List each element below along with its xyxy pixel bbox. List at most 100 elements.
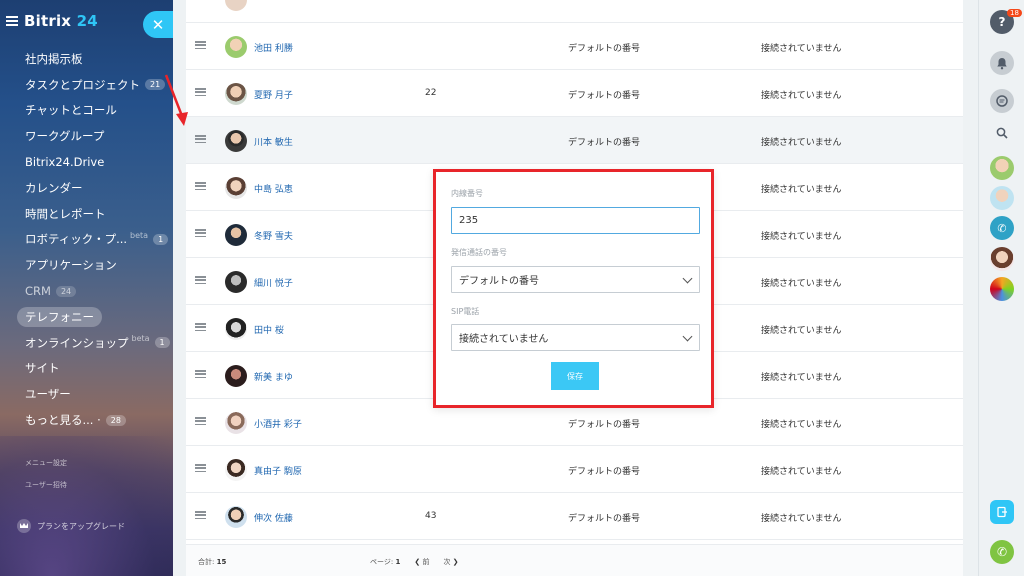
drag-handle-icon[interactable] — [195, 88, 206, 96]
menu-item-news-feed[interactable]: 社内掲示板 — [0, 46, 173, 72]
user-name-link[interactable]: 田中 桜 — [254, 323, 284, 336]
sip-phone-select[interactable]: 接続されていません — [451, 324, 700, 351]
menu-item-label: タスクとプロジェクト — [25, 77, 140, 92]
page-value: 1 — [395, 558, 401, 566]
user-name-link[interactable]: 冬野 雪夫 — [254, 229, 293, 242]
beta-label: beta — [131, 334, 150, 344]
sip-status: 接続されていません — [761, 420, 842, 430]
table-row: 伸次 佐藤 43 デフォルトの番号 接続されていません — [186, 493, 963, 540]
menu-item-label: オンラインショップ — [25, 335, 129, 350]
left-sidebar: Bitrix 24 社内掲示板 タスクとプロジェクト 21 チャットとコール ワー… — [0, 0, 173, 576]
search-icon[interactable] — [990, 121, 1014, 145]
open-lines-icon[interactable] — [990, 500, 1014, 524]
sip-status: 接続されていません — [761, 91, 842, 101]
table-row — [186, 0, 963, 23]
user-name-link[interactable]: 夏野 月子 — [254, 88, 293, 101]
total-value: 15 — [216, 558, 227, 566]
group-chat-icon[interactable] — [990, 277, 1014, 301]
user-name-link[interactable]: 真由子 駒原 — [254, 464, 302, 477]
next-page-button[interactable]: 次 ❯ — [443, 557, 458, 567]
menu-item-users[interactable]: ユーザー — [0, 381, 173, 407]
save-button[interactable]: 保存 — [551, 362, 599, 390]
drag-handle-icon[interactable] — [195, 182, 206, 190]
user-avatar — [225, 318, 247, 340]
user-name-link[interactable]: 池田 利勝 — [254, 41, 293, 54]
extension-number: 43 — [425, 511, 437, 521]
user-name-link[interactable]: 伸次 佐藤 — [254, 511, 293, 524]
phone-contact-icon[interactable]: ✆ — [990, 216, 1014, 240]
invite-users-link[interactable]: ユーザー招待 — [25, 474, 67, 496]
menu-item-calendar[interactable]: カレンダー — [0, 175, 173, 201]
hamburger-menu-icon[interactable] — [6, 16, 18, 26]
menu-item-drive[interactable]: Bitrix24.Drive — [0, 149, 173, 175]
drag-handle-icon[interactable] — [195, 417, 206, 425]
chat-icon[interactable] — [990, 89, 1014, 113]
drag-handle-icon[interactable] — [195, 511, 206, 519]
user-avatar — [225, 177, 247, 199]
outgoing-number: デフォルトの番号 — [568, 467, 641, 477]
close-slider-button[interactable]: ✕ — [143, 11, 173, 38]
bitrix-logo[interactable]: Bitrix 24 — [24, 12, 98, 30]
upgrade-plan-link[interactable]: プランをアップグレード — [17, 519, 125, 533]
user-name-link[interactable]: 新美 まゆ — [254, 370, 293, 383]
menu-item-telephony[interactable]: テレフォニー — [0, 304, 173, 330]
sip-phone-selected: 接続されていません — [459, 334, 549, 345]
menu-item-chat[interactable]: チャットとコール — [0, 98, 173, 124]
menu-item-more[interactable]: もっと見る... · 28 — [0, 407, 173, 433]
menu-item-label: ロボティック・プ... — [25, 232, 128, 247]
total-count: 合計: 15 — [198, 557, 226, 567]
outgoing-number: デフォルトの番号 — [568, 420, 641, 430]
menu-settings-link[interactable]: メニュー設定 — [25, 452, 67, 474]
menu-item-tasks[interactable]: タスクとプロジェクト 21 — [0, 72, 173, 98]
menu-item-crm[interactable]: CRM 24 — [0, 278, 173, 304]
sip-status: 接続されていません — [761, 138, 842, 148]
page-label: ページ: — [370, 558, 394, 566]
user-name-link[interactable]: 川本 敏生 — [254, 135, 293, 148]
crown-icon — [17, 519, 31, 533]
drag-handle-icon[interactable] — [195, 229, 206, 237]
beta-label: beta — [130, 230, 149, 240]
user-name-link[interactable]: 細川 悦子 — [254, 276, 293, 289]
sip-status: 接続されていません — [761, 279, 842, 289]
menu-item-time-reports[interactable]: 時間とレポート — [0, 201, 173, 227]
menu-item-label: ワークグループ — [25, 129, 105, 144]
red-arrow-annotation — [164, 74, 188, 126]
menu-item-online-store[interactable]: オンラインショップ beta 1 — [0, 330, 173, 356]
user-avatar — [225, 224, 247, 246]
sip-status: 接続されていません — [761, 514, 842, 524]
user-avatar — [225, 36, 247, 58]
right-toolbar: ? 18 ✆ ✆ — [978, 0, 1024, 576]
user-avatar — [225, 271, 247, 293]
menu-item-sites[interactable]: サイト — [0, 356, 173, 382]
list-footer: 合計: 15 ページ: 1 ❮ 前 次 ❯ — [186, 544, 963, 576]
contact-avatar[interactable] — [990, 186, 1014, 210]
prev-label: 前 — [422, 558, 430, 566]
help-counter-badge: 18 — [1007, 9, 1022, 17]
drag-handle-icon[interactable] — [195, 41, 206, 49]
menu-item-applications[interactable]: アプリケーション — [0, 252, 173, 278]
menu-item-label: もっと見る... · — [25, 413, 101, 428]
sip-status: 接続されていません — [761, 44, 842, 54]
logo-row: Bitrix 24 — [6, 12, 98, 30]
menu-item-label: テレフォニー — [17, 306, 102, 327]
user-name-link[interactable]: 中島 弘恵 — [254, 182, 293, 195]
menu-item-rpa[interactable]: ロボティック・プ... beta 1 — [0, 227, 173, 253]
call-phone-icon[interactable]: ✆ — [990, 540, 1014, 564]
drag-handle-icon[interactable] — [195, 464, 206, 472]
outgoing-number-select[interactable]: デフォルトの番号 — [451, 266, 700, 293]
menu-item-workgroups[interactable]: ワークグループ — [0, 123, 173, 149]
contact-avatar[interactable] — [990, 156, 1014, 180]
extension-input[interactable]: 235 — [451, 207, 700, 234]
contact-avatar[interactable] — [990, 247, 1014, 271]
prev-page-button[interactable]: ❮ 前 — [414, 557, 429, 567]
chevron-right-icon: ❯ — [452, 558, 459, 566]
drag-handle-icon[interactable] — [195, 323, 206, 331]
drag-handle-icon[interactable] — [195, 370, 206, 378]
drag-handle-icon[interactable] — [195, 276, 206, 284]
menu-item-label: Bitrix24.Drive — [25, 155, 105, 170]
user-name-link[interactable]: 小酒井 彩子 — [254, 417, 302, 430]
drag-handle-icon[interactable] — [195, 135, 206, 143]
pagination: ページ: 1 ❮ 前 次 ❯ — [370, 557, 459, 567]
bell-icon[interactable] — [990, 51, 1014, 75]
user-avatar — [225, 365, 247, 387]
